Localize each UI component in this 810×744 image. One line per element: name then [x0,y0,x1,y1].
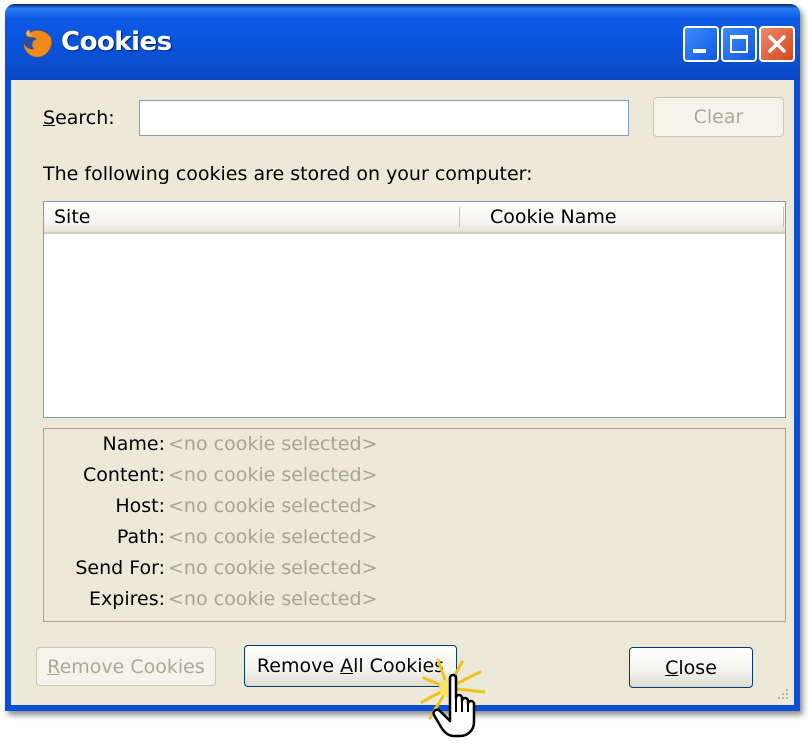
detail-path-row: Path: <no cookie selected> [44,526,787,556]
detail-send-for-label: Send For: [75,557,165,579]
tree-header: Site Cookie Name [44,202,785,234]
detail-name-label: Name: [102,433,165,455]
detail-send-for-value: <no cookie selected> [168,557,378,579]
detail-expires-value: <no cookie selected> [168,588,378,610]
remove-cookies-button[interactable]: Remove Cookies [36,647,216,686]
detail-path-value: <no cookie selected> [168,526,378,548]
maximize-icon [730,35,748,53]
cookie-details: Name: <no cookie selected> Content: <no … [43,428,786,622]
resize-grip-icon[interactable] [774,685,790,701]
title-bar[interactable]: Cookies [5,4,800,80]
detail-host-value: <no cookie selected> [168,495,378,517]
detail-expires-label: Expires: [89,588,165,610]
clear-button-label: Clear [693,106,744,128]
detail-name-row: Name: <no cookie selected> [44,433,787,463]
intro-text: The following cookies are stored on your… [43,163,533,185]
detail-name-value: <no cookie selected> [168,433,378,455]
search-input[interactable] [139,100,629,136]
close-button-label: Close [665,656,717,679]
close-window-button[interactable] [759,26,795,62]
close-icon [768,35,786,53]
column-separator[interactable] [459,207,460,227]
remove-all-cookies-label: Remove All Cookies [256,655,445,677]
cookies-tree[interactable]: Site Cookie Name [43,201,786,418]
clear-button[interactable]: Clear [653,97,784,137]
search-label: Search: [43,107,115,129]
detail-host-row: Host: <no cookie selected> [44,495,787,525]
detail-content-label: Content: [83,464,165,486]
dialog-body: Search: Clear The following cookies are … [11,80,794,705]
remove-cookies-label: Remove Cookies [47,655,205,678]
window-title: Cookies [61,27,172,57]
firefox-icon [23,28,53,58]
click-cursor [418,658,508,744]
column-site[interactable]: Site [54,206,90,228]
detail-expires-row: Expires: <no cookie selected> [44,588,787,618]
detail-host-label: Host: [115,495,165,517]
hand-pointer-icon [432,673,476,738]
cookies-window: Cookies Search: Clear The following cook… [5,4,800,711]
minimize-button[interactable] [683,26,719,62]
column-cookie-name[interactable]: Cookie Name [490,206,617,228]
detail-send-for-row: Send For: <no cookie selected> [44,557,787,587]
detail-path-label: Path: [116,526,165,548]
close-button[interactable]: Close [629,647,753,688]
minimize-icon [693,49,706,53]
maximize-button[interactable] [721,26,757,62]
detail-content-value: <no cookie selected> [168,464,378,486]
detail-content-row: Content: <no cookie selected> [44,464,787,494]
column-picker-separator [783,207,784,227]
